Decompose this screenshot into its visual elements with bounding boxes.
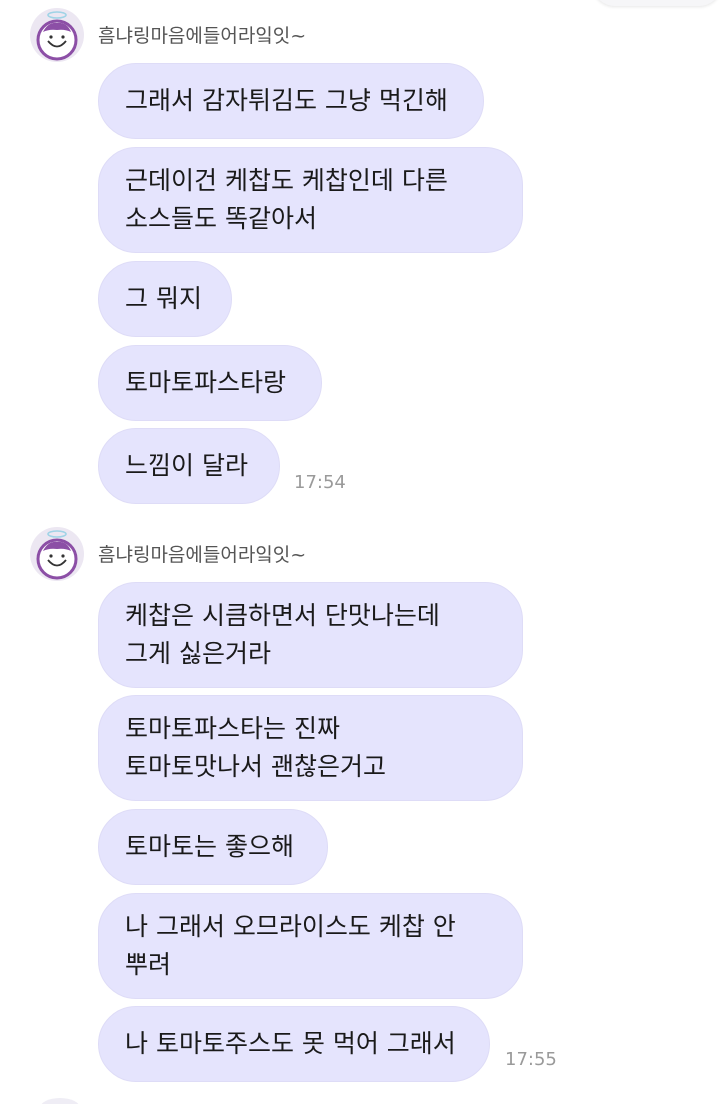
sender-name: 흠냐링마음에들어라잌잇~	[98, 544, 307, 566]
next-avatar-edge	[40, 1098, 80, 1104]
message-bubble[interactable]: 토마토는 좋으해	[98, 809, 328, 885]
message-bubble[interactable]: 느낌이 달라	[98, 428, 280, 504]
message-bubble[interactable]: 나 그래서 오므라이스도 케찹 안 뿌려	[98, 893, 523, 999]
message-bubble[interactable]: 토마토파스타는 진짜 토마토맛나서 괜찮은거고	[98, 695, 523, 801]
avatar[interactable]	[30, 527, 84, 581]
message-bubble[interactable]: 근데이건 케찹도 케찹인데 다른 소스들도 똑같아서	[98, 147, 523, 253]
message-bubble[interactable]: 나 토마토주스도 못 먹어 그래서	[98, 1006, 490, 1082]
message-bubble[interactable]: 그 뭐지	[98, 261, 232, 337]
avatar-face-icon	[36, 11, 78, 61]
message-timestamp: 17:55	[505, 1049, 557, 1070]
floating-control-edge[interactable]	[592, 0, 720, 6]
chat-view[interactable]: 흠냐링마음에들어라잌잇~ 그래서 감자튀김도 그냥 먹긴해 근데이건 케찹도 케…	[0, 0, 720, 1104]
message-bubble[interactable]: 그래서 감자튀김도 그냥 먹긴해	[98, 63, 484, 139]
message-bubble[interactable]: 토마토파스타랑	[98, 345, 322, 421]
message-timestamp: 17:54	[294, 472, 346, 493]
message-bubble[interactable]: 케찹은 시큼하면서 단맛나는데 그게 싫은거라	[98, 582, 523, 688]
avatar-face-icon	[36, 530, 78, 580]
sender-name: 흠냐링마음에들어라잌잇~	[98, 25, 307, 47]
avatar[interactable]	[30, 8, 84, 62]
